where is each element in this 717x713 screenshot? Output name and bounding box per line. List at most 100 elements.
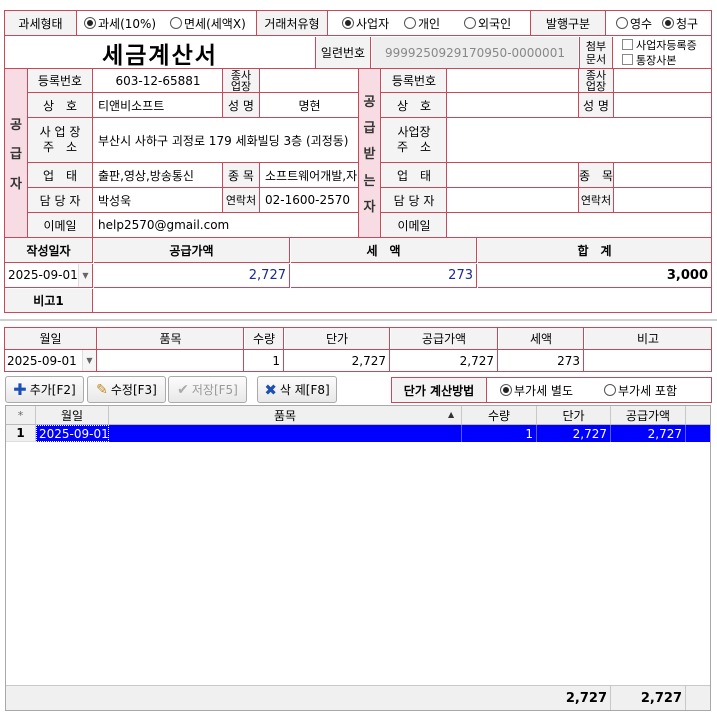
checkmark-icon: ✔ (177, 381, 189, 398)
buyer-contact-field[interactable] (615, 188, 711, 212)
buyer-biztype-field[interactable] (448, 163, 578, 187)
grid-header-item[interactable]: 품목 (109, 406, 462, 425)
calc-option-vat-excluded[interactable]: 부가세 별도 (496, 378, 596, 402)
buyer-name-field[interactable] (448, 93, 578, 117)
pencil-icon: ✎ (96, 381, 108, 398)
buyer-reg-field[interactable] (448, 69, 578, 92)
entry-header-supply: 공급가액 (391, 328, 498, 349)
supplier-rep-label: 성 명 (222, 93, 260, 117)
save-button[interactable]: ✔ 저장[F5] (168, 376, 247, 403)
buyer-rep-label: 성 명 (578, 93, 614, 117)
note-label: 비고1 (5, 289, 93, 312)
partner-option-foreign[interactable]: 외국인 (460, 11, 526, 35)
supply-amount-value[interactable]: 2,727 (94, 264, 290, 288)
buyer-section-label: 공 급 받 는 자 (358, 69, 381, 237)
grid-cell-price[interactable]: 2,727 (537, 425, 611, 442)
issue-option-receipt[interactable]: 영수 (612, 11, 662, 35)
partner-option-individual[interactable]: 개인 (400, 11, 452, 35)
supplier-bizitem-field[interactable]: 소프트웨어개발,자 (261, 163, 358, 187)
entry-supply-field[interactable]: 2,727 (391, 350, 498, 371)
attachment-label: 첨부 문서 (579, 37, 613, 68)
supplier-reg-label: 등록번호 (28, 69, 93, 92)
supplier-subbiz-label: 종사 업장 (222, 69, 260, 92)
grid-corner: * (6, 406, 36, 425)
grid-header-filler (686, 406, 710, 425)
add-button[interactable]: ✚ 추가[F2] (5, 376, 84, 403)
buyer-biztype-label: 업 태 (382, 163, 447, 187)
tax-amount-label: 세 액 (291, 238, 477, 263)
supplier-email-label: 이메일 (28, 213, 93, 237)
radio-icon (404, 17, 416, 29)
supplier-biztype-field[interactable]: 출판,영상,방송통신 (94, 163, 222, 187)
supplier-name-field[interactable]: 티앤비소프트 (94, 93, 222, 117)
radio-icon (616, 17, 628, 29)
supplier-manager-field[interactable]: 박성욱 (94, 188, 222, 212)
grid-cell-supply[interactable]: 2,727 (611, 425, 686, 442)
total-amount-label: 합 계 (478, 238, 711, 263)
grid-footer-price-total: 2,727 (537, 686, 611, 710)
attach-business-cert-checkbox[interactable]: 사업자등록증 (618, 37, 712, 52)
total-amount-value: 3,000 (478, 264, 711, 288)
entry-price-field[interactable]: 2,727 (285, 350, 390, 371)
entry-header-tax: 세액 (499, 328, 584, 349)
entry-tax-field[interactable]: 273 (499, 350, 584, 371)
grid-footer-supply-total: 2,727 (611, 686, 686, 710)
supplier-section-label: 공 급 자 (5, 69, 28, 237)
attach-bankbook-checkbox[interactable]: 통장사본 (618, 52, 712, 67)
grid-cell-filler (686, 425, 710, 442)
note-field[interactable] (94, 289, 711, 312)
grid-row-number[interactable]: 1 (6, 425, 36, 442)
grid-header-date[interactable]: 월일 (36, 406, 109, 425)
tax-amount-value[interactable]: 273 (291, 264, 477, 288)
grid-header-qty[interactable]: 수량 (462, 406, 537, 425)
serial-number-field[interactable]: 9999250929170950-0000001 (372, 37, 578, 68)
checkbox-icon (622, 39, 633, 50)
radio-icon (604, 384, 616, 396)
grid-cell-item[interactable] (109, 425, 462, 442)
dropdown-arrow-icon[interactable]: ▼ (78, 264, 92, 287)
edit-button[interactable]: ✎ 수정[F3] (87, 376, 166, 403)
buyer-bizitem-label: 종 목 (578, 163, 614, 187)
buyer-bizitem-field[interactable] (615, 163, 711, 187)
supplier-rep-field[interactable]: 명현 (261, 93, 358, 117)
items-grid[interactable] (5, 405, 711, 711)
supplier-contact-field[interactable]: 02-1600-2570 (261, 188, 358, 212)
buyer-manager-field[interactable] (448, 188, 578, 212)
buyer-email-label: 이메일 (382, 213, 447, 237)
radio-selected-icon (662, 17, 674, 29)
grid-header-supply[interactable]: 공급가액 (611, 406, 686, 425)
serial-number-label: 일련번호 (315, 37, 371, 68)
buyer-subbiz-field[interactable] (615, 69, 711, 92)
supplier-addr-field[interactable]: 부산시 사하구 괴정로 179 세화빌딩 3층 (괴정동) (94, 118, 358, 162)
calc-method-label: 단가 계산방법 (392, 378, 487, 402)
grid-cell-qty[interactable]: 1 (462, 425, 537, 442)
entry-date-picker[interactable]: 2025-09-01 ▼ (5, 350, 97, 371)
dropdown-arrow-icon[interactable]: ▼ (82, 350, 96, 371)
entry-note-field[interactable] (585, 350, 711, 371)
supplier-subbiz-field[interactable] (261, 69, 358, 92)
entry-qty-field[interactable]: 1 (245, 350, 284, 371)
issue-date-picker[interactable]: 2025-09-01 ▼ (5, 264, 93, 288)
issue-option-claim[interactable]: 청구 (658, 11, 712, 35)
radio-selected-icon (342, 17, 354, 29)
buyer-contact-label: 연락처 (578, 188, 614, 212)
calc-option-vat-included[interactable]: 부가세 포함 (600, 378, 710, 402)
buyer-addr-field[interactable] (448, 118, 711, 162)
supplier-biztype-label: 업 태 (28, 163, 93, 187)
tax-option-exempt[interactable]: 면세(세액X) (166, 11, 256, 35)
grid-header-price[interactable]: 단가 (537, 406, 611, 425)
buyer-rep-field[interactable] (615, 93, 711, 117)
entry-header-price: 단가 (285, 328, 390, 349)
buyer-name-label: 상 호 (382, 93, 447, 117)
supplier-reg-field[interactable]: 603-12-65881 (94, 69, 222, 92)
entry-item-field[interactable] (98, 350, 244, 371)
radio-selected-icon (500, 384, 512, 396)
supplier-email-field[interactable]: help2570@gmail.com (94, 213, 358, 237)
delete-button[interactable]: ✖ 삭 제[F8] (257, 376, 337, 403)
buyer-addr-label: 사업장 주 소 (382, 118, 447, 162)
sort-ascending-icon: ▲ (448, 410, 455, 419)
grid-cell-date[interactable]: 2025-09-01 (36, 425, 109, 442)
tax-option-taxable[interactable]: 과세(10%) (80, 11, 168, 35)
partner-option-business[interactable]: 사업자 (338, 11, 402, 35)
buyer-email-field[interactable] (448, 213, 711, 237)
